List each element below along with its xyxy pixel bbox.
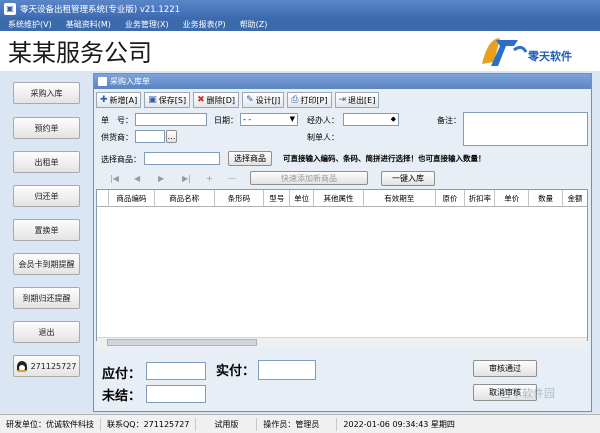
handler-select[interactable]: ◆ [343, 113, 399, 126]
status-contact: 联系QQ：271125727 [101, 417, 197, 431]
payable-input[interactable] [146, 362, 206, 380]
app-icon: ▣ [4, 2, 16, 15]
maker-label: 制单人： [307, 133, 339, 142]
input-hint: 可直接输入编码、条码、简拼进行选择！也可直接输入数量！ [283, 154, 486, 163]
menu-reports[interactable]: 业务报表(P) [183, 19, 226, 30]
paid-label: 实付： [216, 364, 256, 379]
design-icon: ✎ [246, 95, 254, 105]
sidebar-item-exit[interactable]: 退出 [13, 321, 80, 343]
prev-record-icon[interactable]: ◀ [134, 174, 140, 183]
column-header-orig-price[interactable]: 原价 [436, 190, 466, 206]
qq-button[interactable]: 271125727 [13, 355, 80, 377]
status-edition: 试用版 [196, 417, 258, 431]
dropdown-arrow-icon: ▼ [289, 115, 295, 123]
delete-icon: ✖ [197, 95, 205, 105]
column-header-unit-price[interactable]: 单价 [495, 190, 530, 206]
order-no-label: 单 号： [101, 116, 133, 125]
goods-table[interactable]: 商品编码 商品名称 条形码 型号 单位 其他属性 有效期至 原价 折扣率 单价 … [96, 189, 588, 341]
column-header-quantity[interactable]: 数量 [529, 190, 564, 206]
status-developer: 研发单位：优诚软件科技 [0, 417, 101, 431]
menu-bar: 系统维护(V) 基础资料(M) 业务管理(X) 业务报表(P) 帮助(Z) [0, 17, 600, 31]
column-header-barcode[interactable]: 条形码 [215, 190, 265, 206]
last-record-icon[interactable]: ▶| [182, 174, 191, 183]
menu-system[interactable]: 系统维护(V) [8, 19, 52, 30]
table-horizontal-scrollbar[interactable] [97, 337, 587, 347]
sidebar-item-purchase-in[interactable]: 采购入库 [13, 82, 80, 104]
approve-button[interactable]: 审核通过 [473, 360, 537, 377]
window-title: 零天设备出租管理系统(专业版) v21.1221 [20, 4, 181, 15]
menu-business[interactable]: 业务管理(X) [125, 19, 169, 30]
date-picker[interactable]: - - ▼ [240, 113, 298, 126]
column-header-code[interactable]: 商品编码 [109, 190, 155, 206]
watermark: 当下软件园 [500, 387, 555, 400]
exit-form-button[interactable]: ⇥ 退出[E] [334, 92, 380, 108]
sidebar-item-rental[interactable]: 出租单 [13, 151, 80, 173]
paid-input[interactable] [258, 360, 316, 380]
column-header-amount[interactable]: 金额 [563, 190, 587, 206]
add-button[interactable]: ✚ 新增[A] [96, 92, 142, 108]
remove-record-icon[interactable]: — [228, 174, 236, 183]
column-header-selector [97, 190, 109, 206]
goods-search-input[interactable] [144, 152, 220, 165]
sidebar-item-card-expiry[interactable]: 会员卡到期提醒 [13, 253, 80, 275]
handler-label: 经办人： [307, 116, 339, 125]
design-button[interactable]: ✎ 设计[J] [242, 92, 285, 108]
qq-number: 271125727 [30, 361, 77, 371]
add-record-icon[interactable]: + [206, 174, 213, 183]
scrollbar-thumb[interactable] [107, 339, 257, 346]
next-record-icon[interactable]: ▶ [158, 174, 164, 183]
column-header-expiry[interactable]: 有效期至 [364, 190, 436, 206]
supplier-browse-button[interactable]: … [166, 130, 177, 143]
form-title-bar: 采购入库单 [94, 74, 591, 89]
table-header: 商品编码 商品名称 条形码 型号 单位 其他属性 有效期至 原价 折扣率 单价 … [97, 190, 587, 207]
print-icon: ⎙ [291, 95, 299, 105]
column-header-name[interactable]: 商品名称 [155, 190, 215, 206]
sidebar-item-due-return[interactable]: 到期归还提醒 [13, 287, 80, 309]
sidebar-item-exchange[interactable]: 置换单 [13, 219, 80, 241]
select-goods-button[interactable]: 选择商品 [228, 151, 272, 166]
form-title: 采购入库单 [110, 77, 150, 86]
column-header-discount[interactable]: 折扣率 [465, 190, 496, 206]
select-goods-label: 选择商品： [101, 155, 141, 164]
form-window-icon [98, 77, 107, 86]
company-logo: 零天软件 [478, 34, 588, 68]
menu-basic-data[interactable]: 基础资料(M) [66, 19, 111, 30]
sidebar-item-reservation[interactable]: 预约单 [13, 117, 80, 139]
svg-text:零天软件: 零天软件 [527, 49, 572, 63]
unsettled-input[interactable] [146, 385, 206, 403]
unsettled-label: 未结： [102, 389, 142, 404]
exit-icon: ⇥ [338, 95, 347, 105]
add-icon: ✚ [100, 95, 108, 105]
date-label: 日期： [214, 116, 238, 125]
save-button[interactable]: ▣ 保存[S] [144, 92, 191, 108]
delete-button[interactable]: ✖ 删除[D] [193, 92, 240, 108]
save-icon: ▣ [148, 95, 157, 105]
qq-penguin-icon [16, 360, 27, 372]
status-operator: 操作员：管理员 [257, 417, 338, 431]
supplier-label: 供货商： [101, 133, 133, 142]
remark-label: 备注： [437, 116, 461, 125]
ellipsis-icon: … [167, 132, 176, 141]
title-bar: ▣ 零天设备出租管理系统(专业版) v21.1221 [0, 0, 600, 17]
column-header-other-attr[interactable]: 其他属性 [314, 190, 364, 206]
order-no-input[interactable] [135, 113, 207, 126]
spin-icon: ◆ [390, 115, 396, 123]
one-key-stock-in-button[interactable]: 一键入库 [381, 171, 435, 186]
column-header-unit[interactable]: 单位 [290, 190, 315, 206]
remark-textarea[interactable] [463, 112, 588, 146]
form-toolbar: ✚ 新增[A] ▣ 保存[S] ✖ 删除[D] ✎ 设计[J] ⎙ 打印[P] ⇥ 退出[E… [96, 92, 382, 108]
company-name: 某某服务公司 [8, 39, 152, 67]
status-datetime: 2022-01-06 09:34:43 星期四 [343, 419, 455, 429]
first-record-icon[interactable]: |◀ [110, 174, 119, 183]
column-header-model[interactable]: 型号 [264, 190, 291, 206]
payable-label: 应付： [102, 367, 142, 382]
sidebar-item-return[interactable]: 归还单 [13, 185, 80, 207]
print-button[interactable]: ⎙ 打印[P] [287, 92, 332, 108]
menu-help[interactable]: 帮助(Z) [240, 19, 268, 30]
quick-add-goods-button[interactable]: 快速添加新商品 [250, 171, 368, 185]
supplier-input[interactable] [135, 130, 165, 143]
status-bar: 研发单位：优诚软件科技 联系QQ：271125727 试用版 操作员：管理员 2… [0, 414, 600, 433]
